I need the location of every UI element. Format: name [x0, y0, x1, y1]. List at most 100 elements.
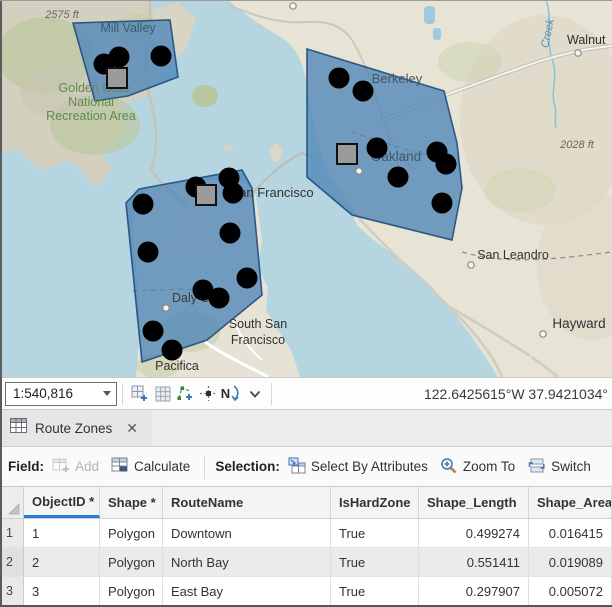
cell-routename[interactable]: Downtown [163, 519, 331, 547]
map-label: San Leandro [477, 248, 549, 262]
table-icon [10, 418, 27, 438]
switch-selection-button[interactable]: Switch [527, 457, 591, 477]
map-label: Berkeley [372, 71, 423, 86]
cell-shape-length[interactable]: 0.551411 [419, 548, 529, 576]
cell-shape[interactable]: Polygon [100, 577, 163, 605]
basemap-angel-island [192, 85, 218, 107]
stop-point[interactable] [209, 288, 230, 309]
town-marker [290, 3, 296, 9]
stop-point[interactable] [223, 183, 244, 204]
add-field-icon [52, 457, 70, 476]
column-header-ishardzone[interactable]: IsHardZone [331, 487, 419, 518]
north-letter: N [221, 387, 230, 400]
tab-label: Route Zones [35, 421, 112, 436]
column-header-routename[interactable]: RouteName [163, 487, 331, 518]
cell-shape-length[interactable]: 0.297907 [419, 577, 529, 605]
basemap-lake [424, 6, 435, 24]
depot-square[interactable] [196, 185, 216, 205]
map-view[interactable]: 2575 ftMill ValleyGolden GateNationalRec… [0, 0, 612, 377]
table-toolbar: Field: Add Calculate Selection: Select B… [0, 447, 612, 487]
stop-point[interactable] [329, 68, 350, 89]
corner-triangle-icon [8, 503, 20, 515]
scale-dropdown-caret-icon[interactable] [98, 383, 116, 405]
calculate-field-label: Calculate [134, 459, 190, 474]
table-tab-bar: Route Zones ✕ [0, 410, 612, 447]
table-row-2: 22PolygonNorth BayTrue0.5514110.019089 [0, 548, 612, 577]
cursor-coordinates: 122.6425615°W 37.9421034° [424, 386, 608, 402]
add-field-label: Add [75, 459, 99, 474]
depot-square[interactable] [337, 144, 357, 164]
north-arrow-icon[interactable]: N [220, 382, 243, 406]
arcgis-window: 2575 ftMill ValleyGolden GateNationalRec… [0, 0, 612, 607]
stop-point[interactable] [367, 138, 388, 159]
stop-point[interactable] [388, 167, 409, 188]
snapping-icon[interactable] [197, 382, 220, 406]
stop-point[interactable] [133, 194, 154, 215]
select-all-corner[interactable] [0, 487, 24, 518]
depot-square[interactable] [107, 68, 127, 88]
table-row-3: 33PolygonEast BayTrue0.2979070.005072 [0, 577, 612, 606]
cell-shape[interactable]: Polygon [100, 548, 163, 576]
row-selector-1[interactable]: 1 [0, 519, 24, 547]
row-selector-2[interactable]: 2 [0, 548, 24, 576]
stop-point[interactable] [151, 46, 172, 67]
add-field-button[interactable]: Add [52, 457, 99, 476]
cell-shape-length[interactable]: 0.499274 [419, 519, 529, 547]
column-header-shape[interactable]: Shape * [100, 487, 163, 518]
cell-routename[interactable]: North Bay [163, 548, 331, 576]
zoom-to-button[interactable]: Zoom To [440, 457, 515, 477]
map-label: Recreation Area [46, 109, 136, 123]
more-chevron-icon[interactable] [243, 382, 266, 406]
cell-routename[interactable]: East Bay [163, 577, 331, 605]
stop-point[interactable] [432, 193, 453, 214]
scale-value[interactable]: 1:540,816 [6, 386, 98, 401]
column-header-shape-length[interactable]: Shape_Length [419, 487, 529, 518]
edit-vertices-icon[interactable] [174, 382, 197, 406]
stop-point[interactable] [353, 81, 374, 102]
window-top-edge [0, 0, 612, 1]
calculate-field-icon [111, 457, 129, 476]
row-selector-3[interactable]: 3 [0, 577, 24, 605]
scale-combo[interactable]: 1:540,816 [5, 382, 117, 406]
zoom-to-label: Zoom To [463, 459, 515, 474]
stop-point[interactable] [138, 242, 159, 263]
grid-add-icon[interactable] [128, 382, 151, 406]
cell-ishardzone[interactable]: True [331, 577, 419, 605]
cell-ishardzone[interactable]: True [331, 519, 419, 547]
switch-selection-icon [527, 457, 546, 477]
stop-point[interactable] [436, 154, 457, 175]
stop-point[interactable] [109, 47, 130, 68]
column-header-objectid[interactable]: ObjectID * [24, 487, 100, 518]
select-by-attributes-button[interactable]: Select By Attributes [288, 457, 428, 477]
stop-point[interactable] [220, 223, 241, 244]
cell-objectid[interactable]: 3 [24, 577, 100, 605]
cell-objectid[interactable]: 2 [24, 548, 100, 576]
cell-shape-area[interactable]: 0.019089 [529, 548, 612, 576]
select-by-attributes-icon [288, 457, 306, 477]
basemap-park [484, 168, 556, 212]
attribute-table: ObjectID *Shape *RouteNameIsHardZoneShap… [0, 487, 612, 606]
cell-shape[interactable]: Polygon [100, 519, 163, 547]
town-marker [540, 331, 546, 337]
cell-shape-area[interactable]: 0.005072 [529, 577, 612, 605]
tab-route-zones[interactable]: Route Zones ✕ [0, 410, 152, 446]
cell-shape-area[interactable]: 0.016415 [529, 519, 612, 547]
column-header-shape-area[interactable]: Shape_Area [529, 487, 612, 518]
basemap-island [224, 145, 234, 151]
map-label: San [181, 218, 213, 230]
cell-ishardzone[interactable]: True [331, 548, 419, 576]
select-by-attributes-label: Select By Attributes [311, 459, 428, 474]
tab-close-button[interactable]: ✕ [124, 421, 140, 435]
field-group-label: Field: [8, 459, 44, 474]
cell-objectid[interactable]: 1 [24, 519, 100, 547]
map-label: Pacifica [155, 359, 199, 373]
town-marker [468, 262, 474, 268]
toolbar-separator [204, 455, 205, 479]
calculate-field-button[interactable]: Calculate [111, 457, 190, 476]
stop-point[interactable] [162, 340, 183, 361]
stop-point[interactable] [237, 268, 258, 289]
map-label: Hayward [552, 316, 605, 331]
statusbar-separator [271, 383, 272, 405]
grid-icon[interactable] [151, 382, 174, 406]
stop-point[interactable] [143, 321, 164, 342]
